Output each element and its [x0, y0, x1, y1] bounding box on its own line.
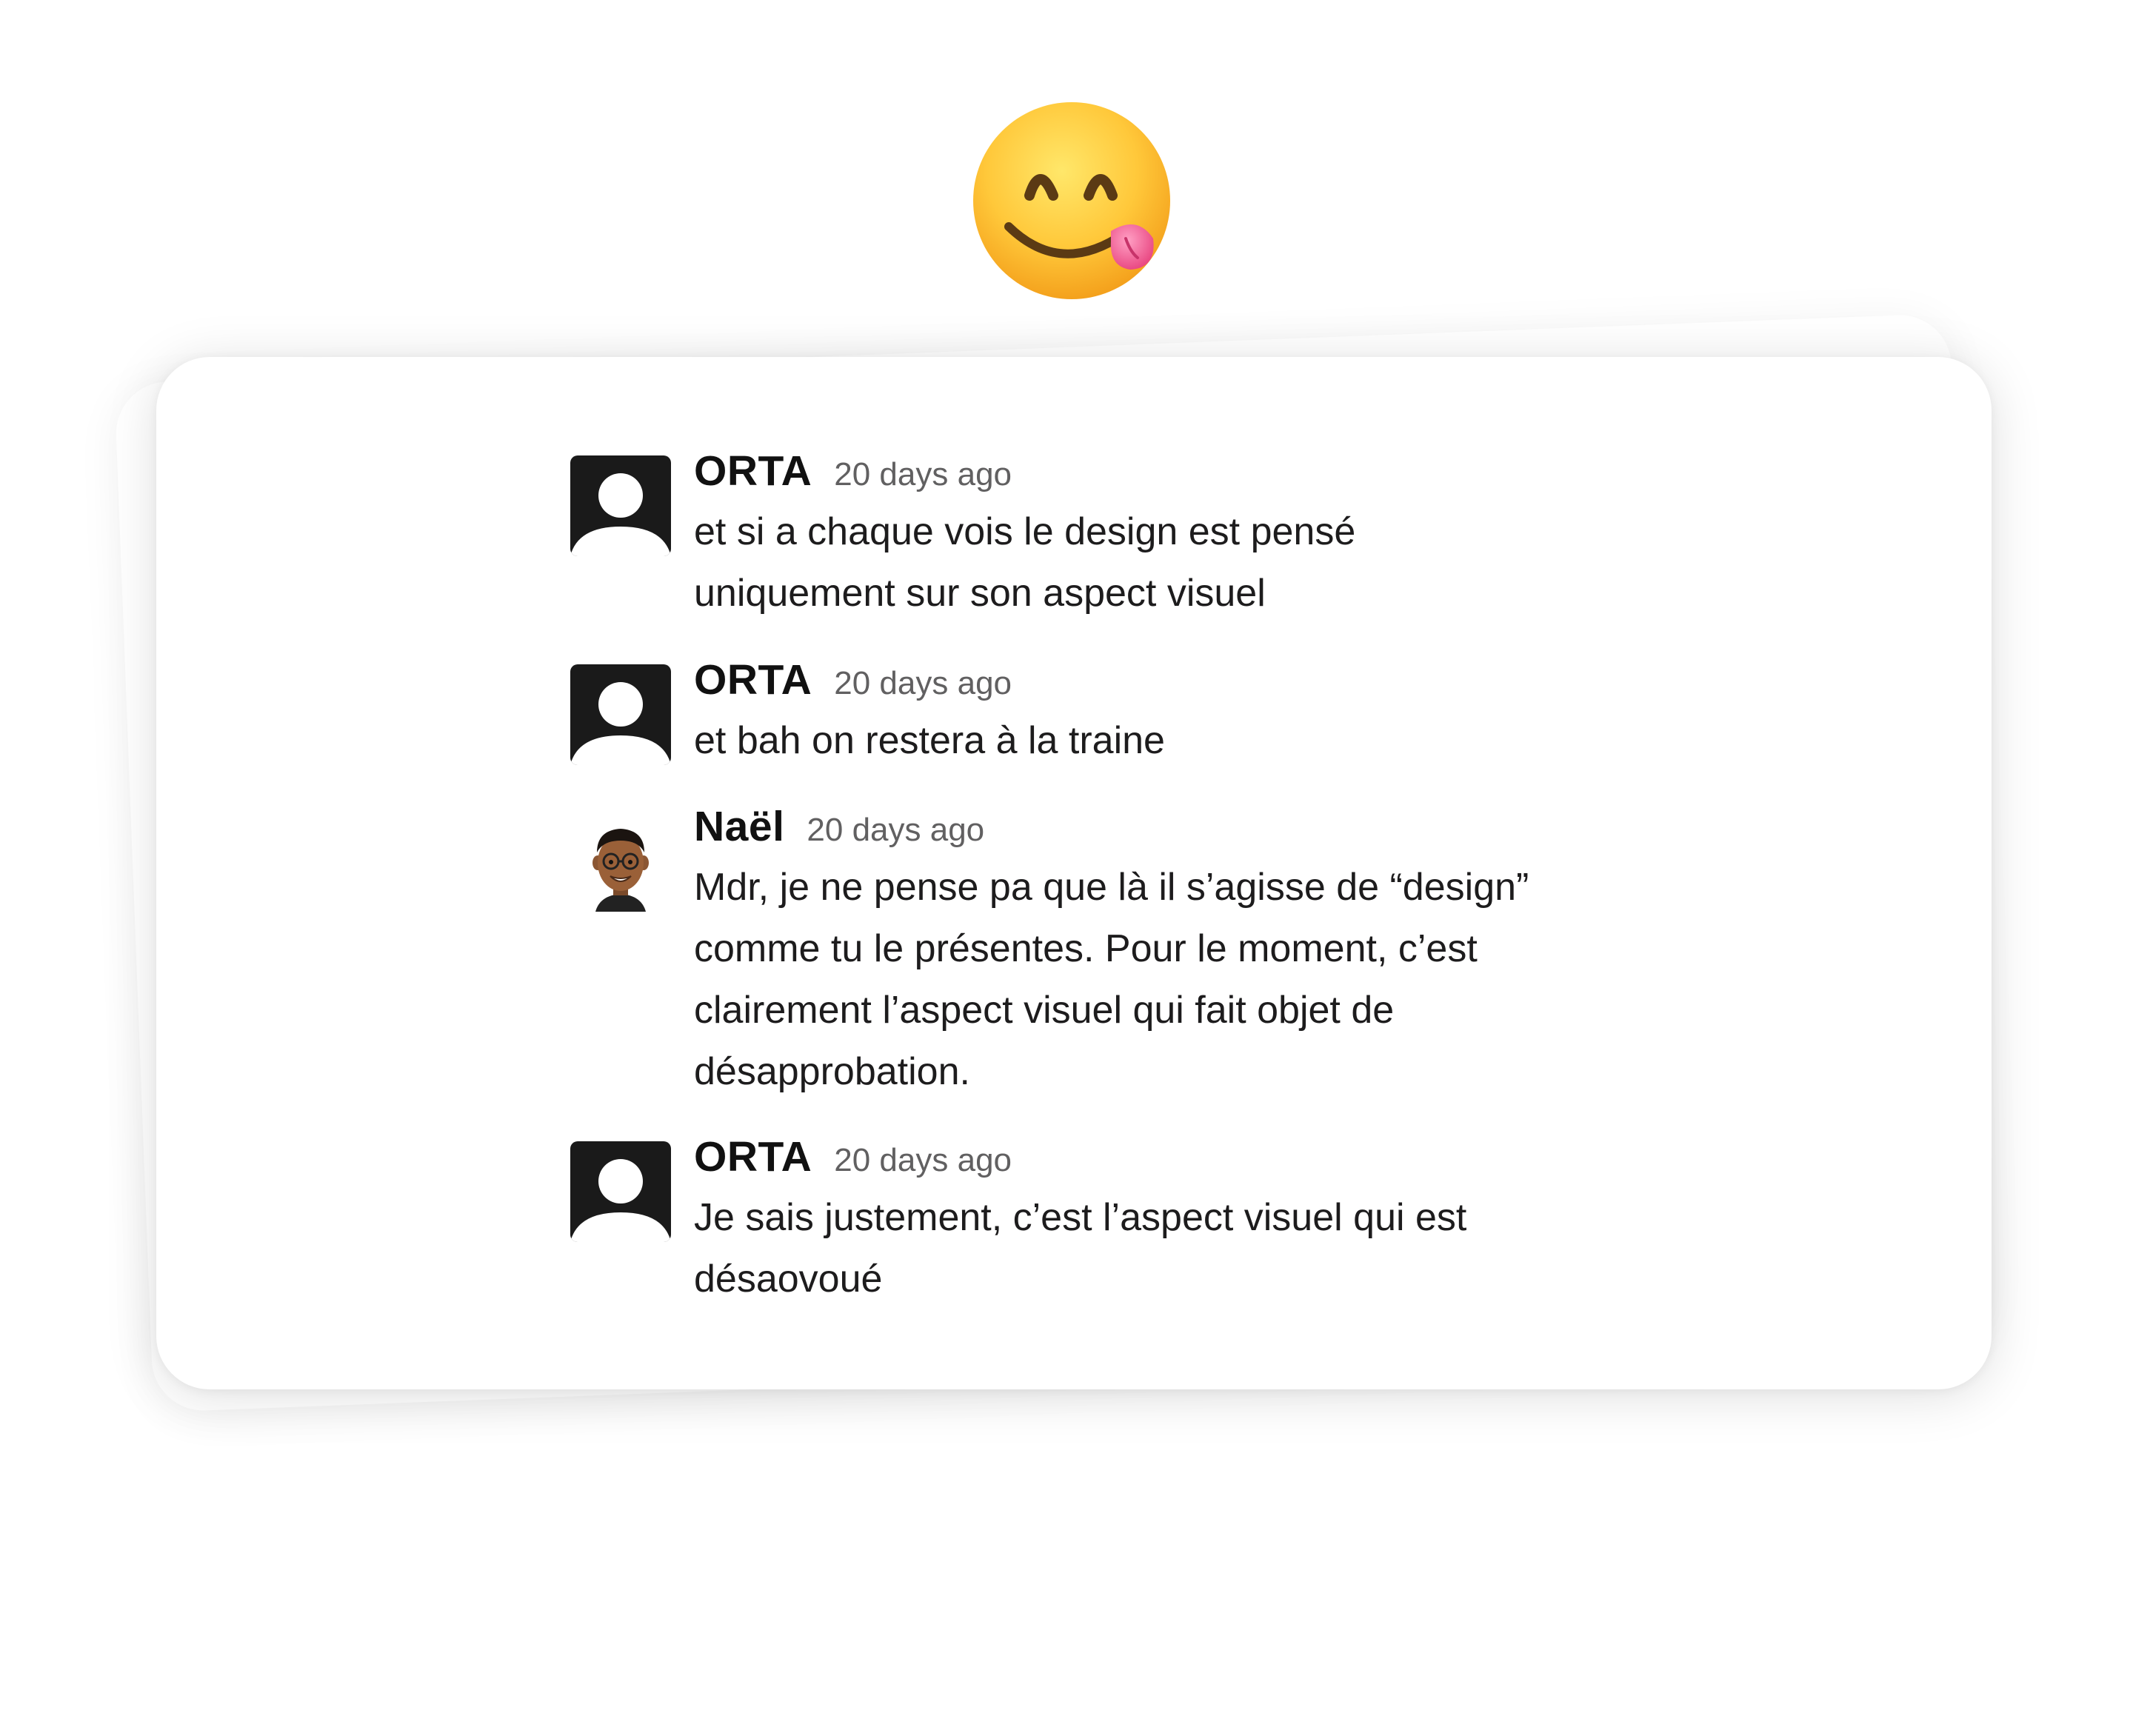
message-author[interactable]: ORTA	[694, 447, 812, 495]
message-text: Mdr, je ne pense pa que là il s’agisse d…	[694, 866, 1529, 1093]
message-text: et si a chaque vois le design est pensé …	[694, 510, 1356, 615]
message-author[interactable]: ORTA	[694, 1132, 812, 1181]
message-text: Je sais justement, c’est l’aspect visuel…	[694, 1196, 1467, 1301]
message-text: et bah on restera à la traine	[694, 719, 1165, 762]
message-timestamp[interactable]: 20 days ago	[834, 456, 1012, 493]
message-timestamp[interactable]: 20 days ago	[834, 665, 1012, 702]
face-savoring-food-emoji-icon	[972, 101, 1172, 301]
message-timestamp[interactable]: 20 days ago	[807, 812, 984, 849]
message-timestamp[interactable]: 20 days ago	[834, 1142, 1012, 1179]
message-author[interactable]: Naël	[694, 802, 784, 851]
message-author[interactable]: ORTA	[694, 655, 812, 704]
bitmoji-avatar-icon[interactable]	[570, 811, 671, 912]
default-user-avatar-icon[interactable]	[570, 455, 671, 556]
default-user-avatar-icon[interactable]	[570, 1141, 671, 1242]
default-user-avatar-icon[interactable]	[570, 664, 671, 765]
